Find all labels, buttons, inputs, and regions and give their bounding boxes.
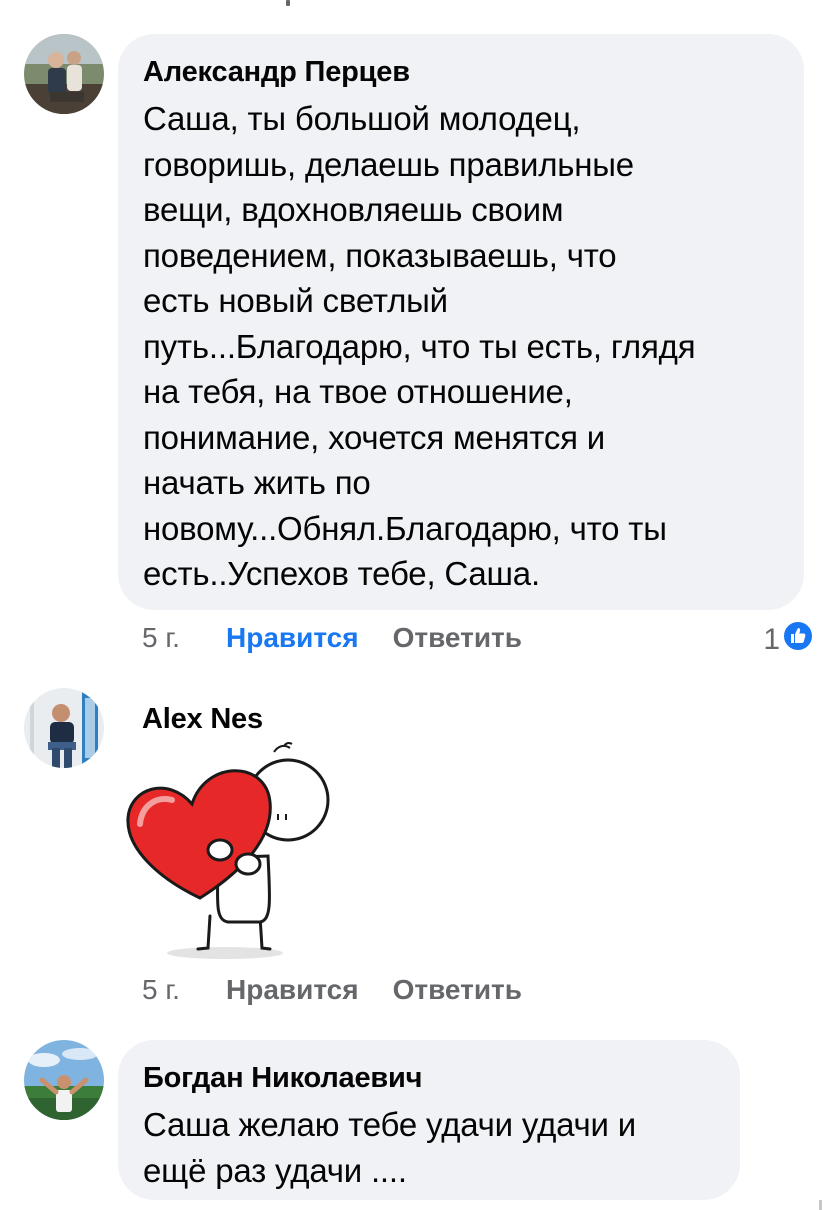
comment-line: есть..Успехов тебе, Саша. (143, 555, 540, 592)
comment-line: ещё раз удачи .... (143, 1151, 407, 1189)
comment-actions: 5 г. Нравится Ответить (142, 973, 522, 1007)
comment-time[interactable]: 5 г. (142, 621, 226, 655)
comment-line: говоришь, делаешь правильные (143, 145, 634, 183)
comment-line: новому...Обнял.Благодарю, что ты (143, 509, 667, 547)
comment-text: Саша желаю тебе удачи удачи и ещё раз уд… (143, 1102, 714, 1193)
like-thumb-icon (782, 620, 814, 660)
comment-author[interactable]: Alex Nes (142, 701, 263, 737)
comment-actions: 5 г. Нравится Ответить (142, 621, 522, 655)
reaction-count: 1 (763, 623, 780, 656)
comment-line: путь...Благодарю, что ты есть, глядя (143, 327, 696, 365)
scrollbar[interactable] (819, 1200, 822, 1210)
comment-text: Саша, ты большой молодец, говоришь, дела… (143, 96, 778, 597)
avatar[interactable] (24, 34, 104, 114)
comment-bubble: Александр Перцев Саша, ты большой молоде… (118, 34, 804, 610)
comment-line: понимание, хочется менятся и (143, 418, 606, 456)
like-button[interactable]: Нравится (226, 621, 359, 655)
reaction-summary[interactable]: 1 (763, 620, 814, 660)
comment-line: поведением, показываешь, что (143, 236, 617, 274)
avatar[interactable] (24, 1040, 104, 1120)
reply-button[interactable]: Ответить (393, 974, 522, 1005)
avatar[interactable] (24, 688, 104, 768)
comment-author[interactable]: Александр Перцев (143, 54, 778, 90)
comment-line: есть новый светлый (143, 282, 448, 319)
comment-line: Саша желаю тебе удачи удачи и (143, 1106, 636, 1143)
comment-line: на тебя, на твое отношение, (143, 373, 573, 410)
like-button[interactable]: Нравится (226, 973, 359, 1007)
heart-hug-sticker (118, 738, 338, 969)
previous-comment-edge (286, 0, 290, 6)
comment-line: начать жить по (143, 464, 371, 501)
comment-line: вещи, вдохновляешь своим (143, 191, 564, 228)
comment-bubble: Богдан Николаевич Саша желаю тебе удачи … (118, 1040, 740, 1200)
comment-time[interactable]: 5 г. (142, 973, 226, 1007)
comment-line: Саша, ты большой молодец, (143, 100, 581, 137)
comment-author[interactable]: Богдан Николаевич (143, 1060, 714, 1096)
reply-button[interactable]: Ответить (393, 622, 522, 653)
